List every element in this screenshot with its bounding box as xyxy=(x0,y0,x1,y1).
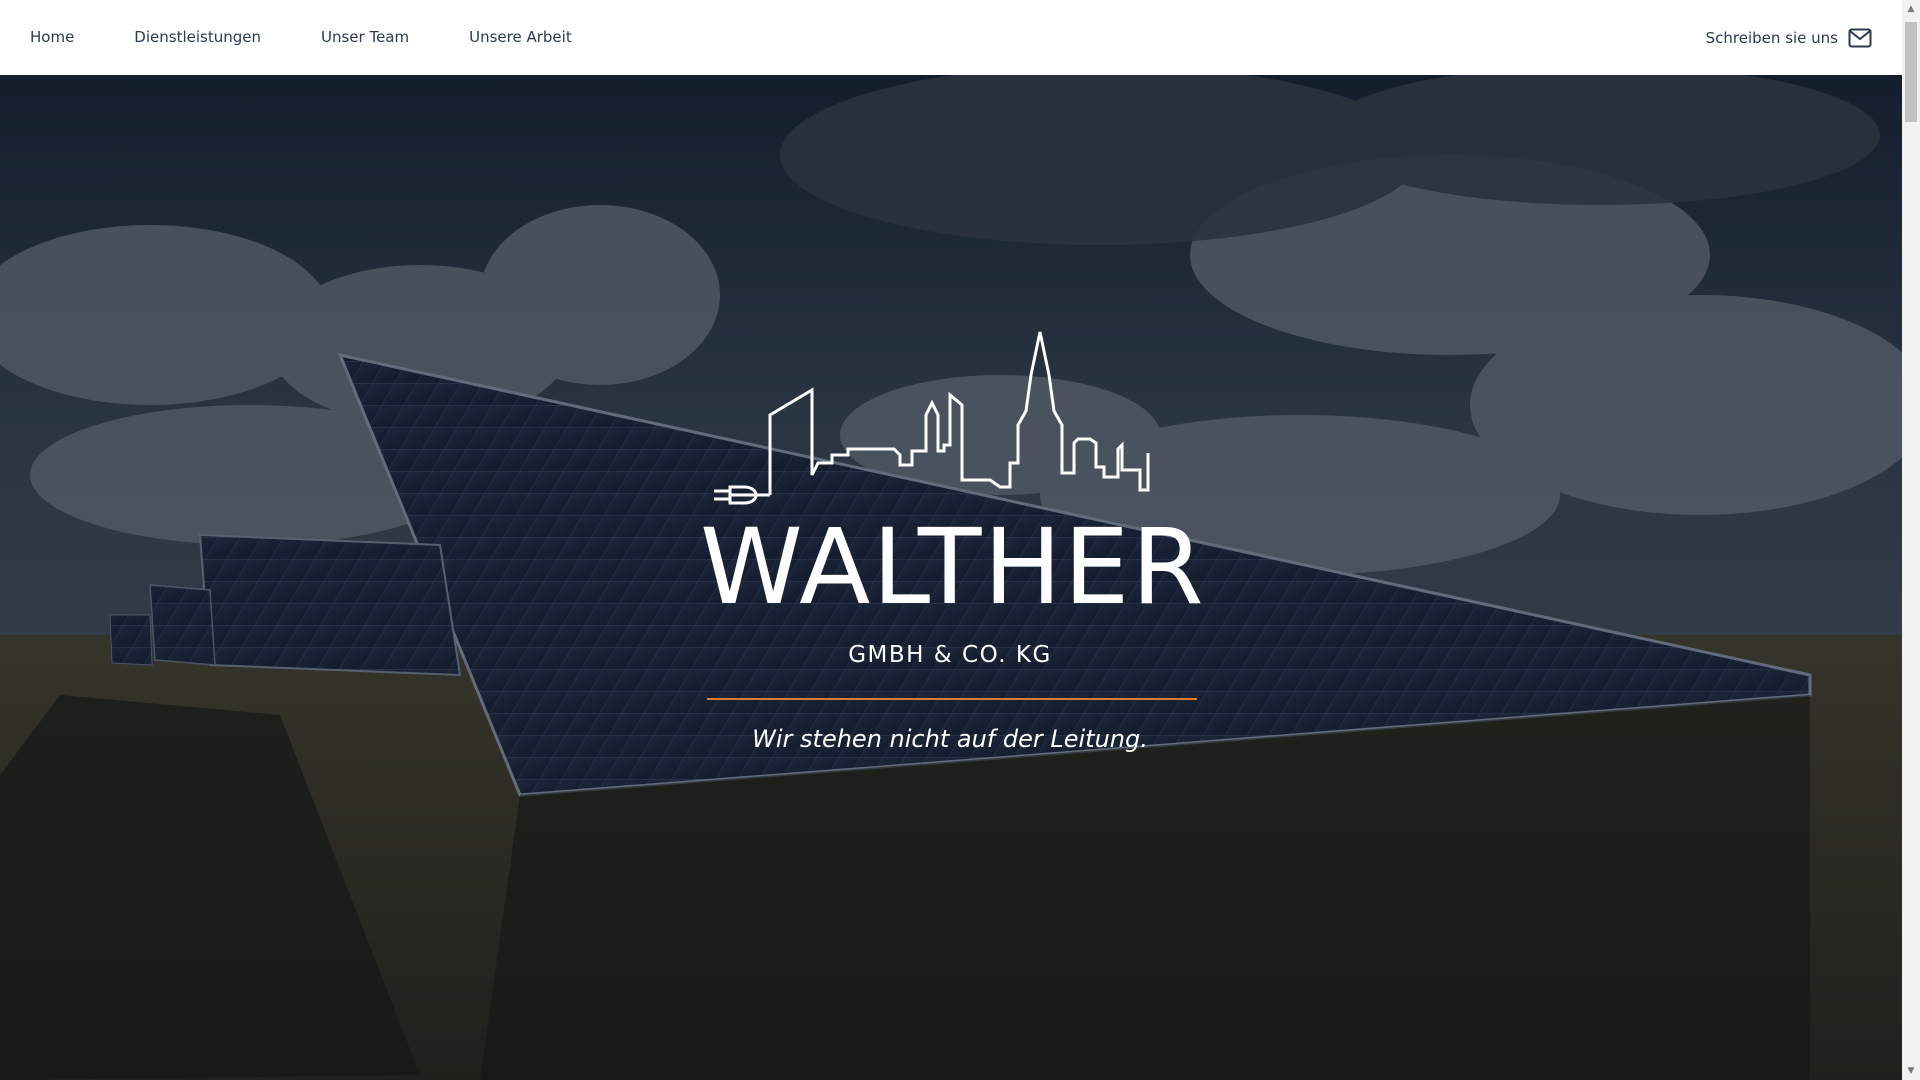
contact-label: Schreiben sie uns xyxy=(1705,28,1838,47)
hero-section: WALTHER GMBH & CO. KG Wir stehen nicht a… xyxy=(0,75,1902,1080)
scrollbar-thumb[interactable] xyxy=(1905,22,1917,122)
nav-links: Home Dienstleistungen Unser Team Unsere … xyxy=(0,0,602,75)
hero-dark-overlay xyxy=(0,75,1902,1080)
top-navbar: Home Dienstleistungen Unser Team Unsere … xyxy=(0,0,1902,75)
scroll-up-arrow-icon[interactable]: ▲ xyxy=(1902,0,1920,18)
nav-item-home[interactable]: Home xyxy=(0,0,104,75)
scroll-down-arrow-icon[interactable]: ▼ xyxy=(1902,1062,1920,1080)
contact-link[interactable]: Schreiben sie uns xyxy=(1706,28,1872,48)
nav-item-dienstleistungen[interactable]: Dienstleistungen xyxy=(104,0,291,75)
nav-item-unser-team[interactable]: Unser Team xyxy=(291,0,439,75)
page-scrollbar[interactable]: ▲ ▼ xyxy=(1902,0,1920,1080)
nav-item-unsere-arbeit[interactable]: Unsere Arbeit xyxy=(439,0,602,75)
mail-icon xyxy=(1848,28,1872,48)
